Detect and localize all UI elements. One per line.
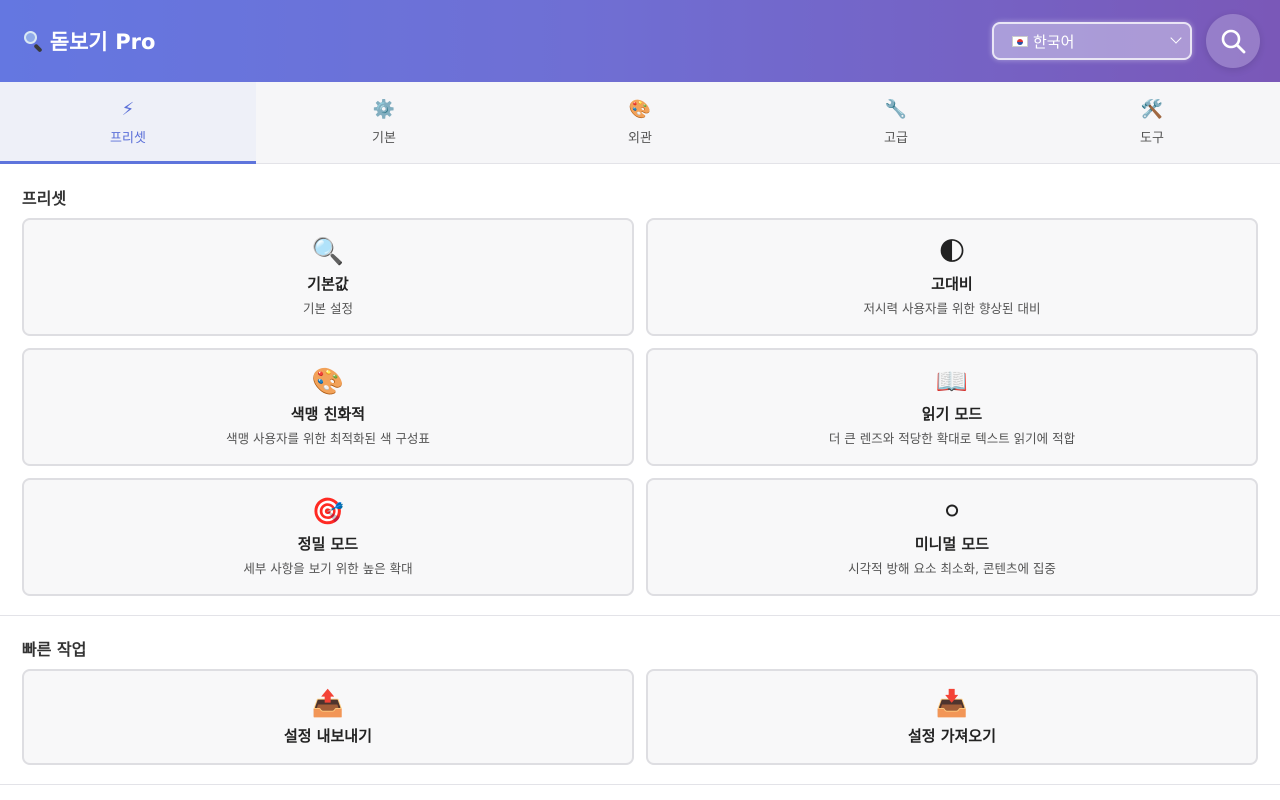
tab-label: 도구 — [1140, 131, 1164, 146]
open-book-icon: 📖 — [935, 367, 969, 397]
language-select[interactable]: 한국어 — [992, 22, 1192, 60]
action-title: 설정 가져오기 — [907, 726, 997, 745]
wrench-icon: 🔧 — [884, 99, 908, 120]
preset-title: 미니멀 모드 — [914, 535, 990, 553]
tab-label: 기본 — [372, 131, 396, 146]
lightning-icon: ⚡ — [121, 99, 135, 120]
tools-icon: 🛠️ — [1140, 99, 1164, 120]
white-circle-icon: ⚪ — [941, 497, 963, 527]
app-title: 돋보기 Pro — [50, 30, 156, 54]
preset-card-high-contrast[interactable]: 🌓 고대비 저시력 사용자를 위한 향상된 대비 — [646, 218, 1258, 336]
search-button[interactable] — [1206, 14, 1260, 68]
preset-card-minimal[interactable]: ⚪ 미니멀 모드 시각적 방해 요소 최소화, 콘텐츠에 집중 — [646, 478, 1258, 596]
korea-flag-icon — [1012, 35, 1028, 47]
quick-actions-section-title: 빠른 작업 — [22, 640, 87, 659]
preset-title: 색맹 친화적 — [290, 405, 366, 423]
tab-label: 고급 — [884, 131, 908, 146]
tab-tools[interactable]: 🛠️ 도구 — [1024, 82, 1280, 163]
section-divider — [0, 615, 1280, 616]
tab-presets[interactable]: ⚡ 프리셋 — [0, 82, 256, 164]
magnifier-icon: 🔍 — [311, 237, 345, 267]
inbox-tray-icon: 📥 — [935, 688, 969, 719]
section-divider — [0, 784, 1280, 785]
half-moon-icon: 🌓 — [938, 237, 966, 267]
preset-title: 읽기 모드 — [921, 405, 983, 423]
palette-icon: 🎨 — [628, 99, 652, 120]
preset-description: 저시력 사용자를 위한 향상된 대비 — [863, 301, 1041, 316]
tab-label: 프리셋 — [110, 131, 146, 146]
preset-description: 더 큰 렌즈와 적당한 확대로 텍스트 읽기에 적합 — [828, 431, 1076, 446]
preset-card-default[interactable]: 🔍 기본값 기본 설정 — [22, 218, 634, 336]
preset-description: 세부 사항을 보기 위한 높은 확대 — [243, 561, 413, 576]
tab-basic[interactable]: ⚙️ 기본 — [256, 82, 512, 163]
preset-title: 고대비 — [931, 275, 973, 293]
app-brand: 돋보기 Pro — [22, 26, 155, 56]
target-icon: 🎯 — [311, 497, 345, 527]
preset-title: 정밀 모드 — [297, 535, 359, 553]
header-actions: 한국어 — [992, 14, 1260, 68]
outbox-tray-icon: 📤 — [311, 688, 345, 719]
language-select-value: 한국어 — [1033, 32, 1075, 51]
tab-advanced[interactable]: 🔧 고급 — [768, 82, 1024, 163]
preset-description: 시각적 방해 요소 최소화, 콘텐츠에 집중 — [848, 561, 1056, 576]
magnifier-icon — [22, 30, 44, 53]
tab-bar: ⚡ 프리셋 ⚙️ 기본 🎨 외관 🔧 고급 🛠️ 도구 — [0, 82, 1280, 164]
search-icon — [1221, 29, 1246, 54]
gear-icon: ⚙️ — [372, 99, 396, 120]
tab-appearance[interactable]: 🎨 외관 — [512, 82, 768, 163]
export-settings-button[interactable]: 📤 설정 내보내기 — [22, 669, 634, 765]
chevron-down-icon — [1170, 32, 1182, 44]
preset-title: 기본값 — [307, 275, 349, 293]
preset-card-reading[interactable]: 📖 읽기 모드 더 큰 렌즈와 적당한 확대로 텍스트 읽기에 적합 — [646, 348, 1258, 466]
presets-section-title: 프리셋 — [22, 189, 67, 208]
app-header: 돋보기 Pro 한국어 — [0, 0, 1280, 82]
tab-label: 외관 — [628, 131, 652, 146]
preset-card-colorblind[interactable]: 🎨 색맹 친화적 색맹 사용자를 위한 최적화된 색 구성표 — [22, 348, 634, 466]
preset-description: 기본 설정 — [303, 301, 353, 316]
palette-icon: 🎨 — [311, 367, 345, 397]
preset-description: 색맹 사용자를 위한 최적화된 색 구성표 — [226, 431, 430, 446]
preset-card-precision[interactable]: 🎯 정밀 모드 세부 사항을 보기 위한 높은 확대 — [22, 478, 634, 596]
import-settings-button[interactable]: 📥 설정 가져오기 — [646, 669, 1258, 765]
action-title: 설정 내보내기 — [283, 726, 373, 745]
